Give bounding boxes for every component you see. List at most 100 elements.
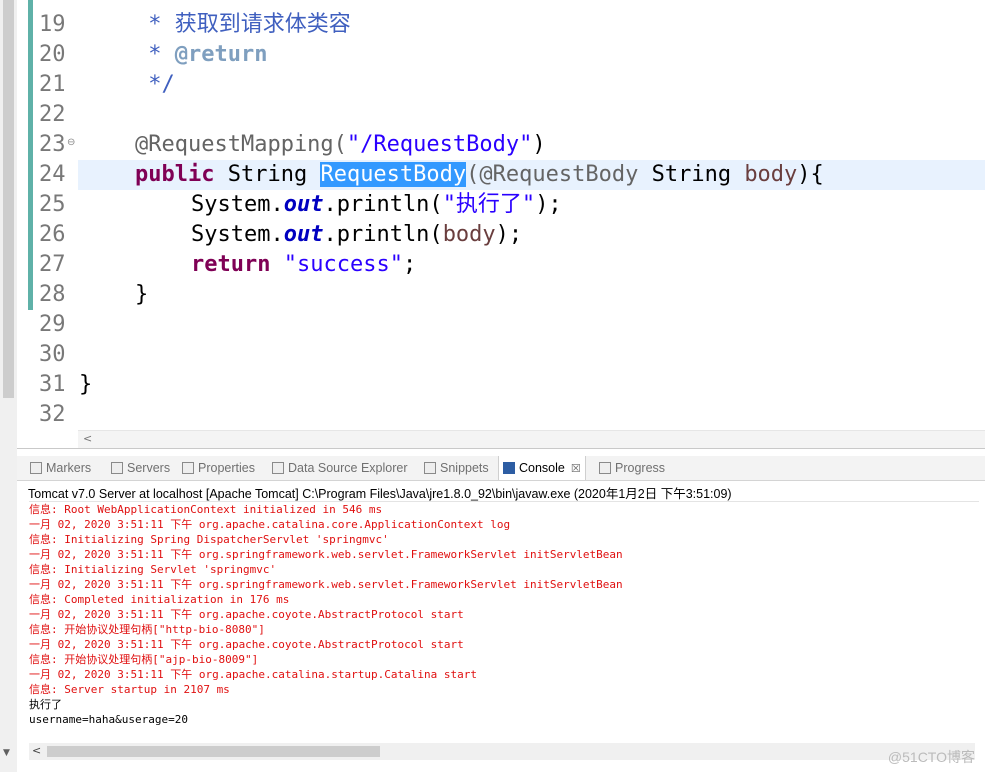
code-line-24: public String RequestBody(@RequestBody S…: [135, 160, 824, 190]
code-line-31: }: [79, 370, 92, 400]
console-log-line: 信息: Root WebApplicationContext initializ…: [29, 503, 383, 516]
console-log-line: 一月 02, 2020 3:51:11 下午 org.apache.coyote…: [29, 638, 464, 651]
code-line-27: return "success";: [191, 250, 416, 280]
keyword: return: [191, 252, 271, 277]
line-number: 20: [39, 42, 66, 67]
bottom-views-panel: Markers Servers Properties Data Source E…: [17, 448, 985, 773]
tab-label: Console: [519, 461, 565, 475]
line-number: 25: [39, 192, 66, 217]
punctuation: }: [135, 282, 149, 307]
keyword: public: [135, 162, 215, 187]
selected-method-name[interactable]: RequestBody: [320, 162, 467, 187]
line-number: 24: [39, 162, 66, 187]
tab-label: Properties: [198, 461, 255, 475]
punctuation: }: [79, 372, 93, 397]
console-log-line: 信息: 开始协议处理句柄["ajp-bio-8009"]: [29, 653, 259, 666]
console-log-line: 信息: Server startup in 2107 ms: [29, 683, 230, 696]
console-log-line: 一月 02, 2020 3:51:11 下午 org.apache.catali…: [29, 518, 511, 531]
fold-collapse-icon[interactable]: ⊖: [67, 137, 75, 148]
snippets-icon: [424, 462, 436, 474]
console-process-description: Tomcat v7.0 Server at localhost [Apache …: [28, 487, 732, 501]
watermark: @51CTO博客: [887, 749, 975, 765]
tab-label: Snippets: [440, 461, 489, 475]
console-log-line: 信息: 开始协议处理句柄["http-bio-8080"]: [29, 623, 265, 636]
line-number: 26: [39, 222, 66, 247]
method-call: .println(: [323, 192, 443, 217]
views-tab-bar: Markers Servers Properties Data Source E…: [17, 456, 985, 481]
close-icon[interactable]: ☒: [571, 463, 581, 475]
code-editor[interactable]: 19 20 21 22 23 ⊖ 24 25 26 27 28 29 30 31…: [17, 0, 985, 448]
line-number: 19: [39, 12, 66, 37]
console-icon: [503, 462, 515, 474]
tab-data-source-explorer[interactable]: Data Source Explorer: [272, 456, 408, 480]
change-bar: [28, 0, 33, 310]
javadoc-tag: @return: [174, 42, 268, 67]
console-stdout-line: 执行了: [29, 698, 62, 711]
progress-icon: [599, 462, 611, 474]
line-number: 32: [39, 402, 66, 427]
line-number: 30: [39, 342, 66, 367]
class-ref: System.: [191, 192, 284, 217]
tab-label: Data Source Explorer: [288, 461, 408, 475]
variable-ref: body: [442, 222, 496, 247]
left-scrollbar[interactable]: ▼: [0, 0, 18, 772]
tab-label: Progress: [615, 461, 666, 475]
tab-label: Servers: [127, 461, 171, 475]
comment-text: * 获取到请求体类容: [135, 12, 351, 37]
string-literal: "执行了": [442, 192, 536, 217]
console-log-line: 一月 02, 2020 3:51:11 下午 org.springframewo…: [29, 578, 623, 591]
type-name: String: [638, 162, 745, 187]
console-log-line: 一月 02, 2020 3:51:11 下午 org.apache.coyote…: [29, 608, 464, 621]
punctuation: ){: [797, 162, 824, 187]
code-line-25: System.out.println("执行了");: [191, 190, 562, 220]
punctuation: ): [532, 132, 546, 157]
parameter-name: body: [744, 162, 798, 187]
console-stdout-line: username=haha&userage=20: [29, 713, 188, 726]
scroll-down-arrow-icon[interactable]: ▼: [3, 748, 10, 758]
console-log-line: 信息: Initializing Spring DispatcherServle…: [29, 533, 389, 546]
editor-horizontal-scrollbar[interactable]: <: [78, 430, 985, 448]
scroll-left-arrow-icon[interactable]: <: [83, 432, 92, 445]
code-line-20: * @return: [135, 40, 267, 70]
code-line-19: * 获取到请求体类容: [135, 10, 351, 40]
console-horizontal-scrollbar[interactable]: <: [29, 743, 975, 760]
console-log-line: 一月 02, 2020 3:51:11 下午 org.apache.catali…: [29, 668, 477, 681]
tab-snippets[interactable]: Snippets: [424, 456, 489, 480]
tab-console[interactable]: Console ☒: [498, 456, 586, 480]
static-field: out: [283, 222, 324, 247]
string-literal: "/RequestBody": [346, 132, 533, 157]
tab-markers[interactable]: Markers: [30, 456, 91, 480]
database-icon: [272, 462, 284, 474]
servers-icon: [111, 462, 123, 474]
comment-text: *: [135, 42, 175, 67]
console-log-line: 信息: Completed initialization in 176 ms: [29, 593, 290, 606]
code-line-23: @RequestMapping("/RequestBody"): [135, 130, 546, 160]
line-number: 28: [39, 282, 66, 307]
console-output[interactable]: 信息: Root WebApplicationContext initializ…: [29, 501, 979, 742]
left-scrollbar-thumb[interactable]: [3, 0, 14, 398]
line-number: 21: [39, 72, 66, 97]
code-line-26: System.out.println(body);: [191, 220, 522, 250]
tab-properties[interactable]: Properties: [182, 456, 255, 480]
string-literal: "success": [283, 252, 403, 277]
method-call: .println(: [323, 222, 443, 247]
overview-ruler: [17, 0, 28, 430]
scroll-left-arrow-icon[interactable]: <: [32, 744, 41, 757]
console-log-line: 信息: Initializing Servlet 'springmvc': [29, 563, 277, 576]
class-ref: System.: [191, 222, 284, 247]
properties-icon: [182, 462, 194, 474]
line-number: 23: [39, 132, 66, 157]
console-scrollbar-thumb[interactable]: [47, 746, 380, 757]
punctuation: ;: [402, 252, 417, 277]
code-line-21: */: [135, 70, 175, 100]
static-field: out: [283, 192, 324, 217]
tab-progress[interactable]: Progress: [599, 456, 665, 480]
tab-servers[interactable]: Servers: [111, 456, 170, 480]
line-number: 27: [39, 252, 66, 277]
comment-text: */: [135, 72, 175, 97]
markers-icon: [30, 462, 42, 474]
tab-label: Markers: [46, 461, 92, 475]
line-number: 29: [39, 312, 66, 337]
punctuation: );: [535, 192, 562, 217]
code-line-28: }: [135, 280, 148, 310]
